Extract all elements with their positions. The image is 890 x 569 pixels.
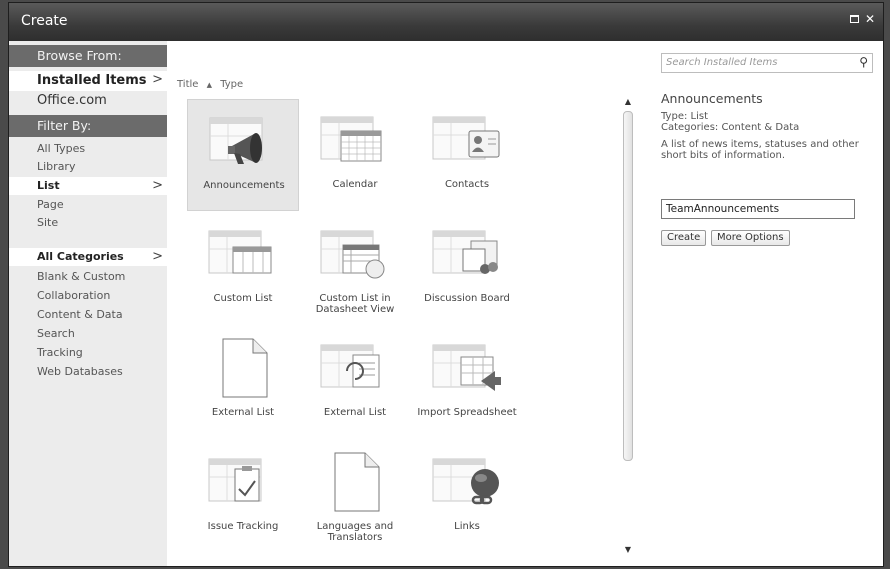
- chevron-right-icon: >: [152, 178, 163, 193]
- nav-office-com[interactable]: Office.com: [9, 91, 167, 111]
- datasheet-icon: [320, 230, 385, 279]
- calendar-icon: [320, 116, 382, 162]
- close-icon[interactable]: ✕: [863, 12, 877, 26]
- import-spreadsheet-icon: [432, 344, 501, 391]
- template-tile[interactable]: Contacts: [411, 99, 523, 211]
- filter-page[interactable]: Page: [9, 196, 167, 214]
- filter-list-label: List: [37, 179, 60, 192]
- template-tile-label: Languages and Translators: [316, 521, 394, 543]
- category-search[interactable]: Search: [9, 325, 167, 343]
- blank-document-icon: [222, 338, 268, 398]
- template-tile[interactable]: Calendar: [299, 99, 411, 211]
- browse-from-heading: Browse From:: [9, 45, 167, 67]
- chevron-right-icon: >: [152, 249, 163, 264]
- scroll-thumb[interactable]: [623, 111, 633, 461]
- left-navigation: Browse From: Installed Items > Office.co…: [9, 41, 167, 566]
- template-tile-label: Import Spreadsheet: [417, 407, 517, 418]
- template-tile[interactable]: External List: [299, 327, 411, 439]
- filter-list[interactable]: List >: [9, 177, 167, 195]
- template-tile[interactable]: Custom List: [187, 213, 299, 325]
- template-tile-label: Links: [454, 521, 480, 532]
- nav-office-com-label: Office.com: [37, 93, 107, 108]
- detail-categories: Categories: Content & Data: [661, 122, 800, 133]
- template-tile-label: Contacts: [444, 179, 490, 190]
- filter-site[interactable]: Site: [9, 214, 167, 232]
- blank-document-icon: [334, 452, 380, 512]
- category-all[interactable]: All Categories >: [9, 248, 167, 266]
- chevron-right-icon: >: [152, 72, 163, 87]
- gallery-scrollbar[interactable]: ▲ ▼: [621, 95, 635, 557]
- links-globe-icon: [432, 458, 499, 505]
- category-blank-custom[interactable]: Blank & Custom: [9, 268, 167, 286]
- search-input[interactable]: Search Installed Items ⚲: [661, 53, 873, 73]
- create-dialog: Create ✕ Browse From: Installed Items > …: [8, 2, 884, 567]
- category-collaboration[interactable]: Collaboration: [9, 287, 167, 305]
- template-tile-label: Custom List: [213, 293, 273, 304]
- template-tile-label: External List: [211, 407, 275, 418]
- nav-installed-items[interactable]: Installed Items >: [9, 71, 167, 91]
- template-tile[interactable]: Issue Tracking: [187, 441, 299, 553]
- create-button[interactable]: Create: [661, 230, 707, 246]
- dialog-title: Create: [21, 13, 68, 29]
- details-pane: Search Installed Items ⚲ Announcements T…: [649, 41, 883, 566]
- template-tile[interactable]: Discussion Board: [411, 213, 523, 325]
- category-web-databases[interactable]: Web Databases: [9, 363, 167, 381]
- search-icon[interactable]: ⚲: [859, 55, 868, 69]
- template-tile[interactable]: Custom List in Datasheet View: [299, 213, 411, 325]
- template-tile-label: External List: [323, 407, 387, 418]
- scroll-up-arrow-icon[interactable]: ▲: [623, 97, 633, 107]
- filter-all-types[interactable]: All Types: [9, 140, 167, 158]
- category-all-label: All Categories: [37, 250, 124, 263]
- search-placeholder: Search Installed Items: [666, 57, 778, 68]
- template-tile-label: Announcements: [203, 180, 285, 191]
- detail-type: Type: List: [661, 111, 708, 122]
- issue-tracking-icon: [208, 458, 262, 502]
- filter-library[interactable]: Library: [9, 158, 167, 176]
- template-tile[interactable]: External List: [187, 327, 299, 439]
- template-tile-label: Issue Tracking: [207, 521, 279, 532]
- scroll-down-arrow-icon[interactable]: ▼: [623, 545, 633, 555]
- detail-title: Announcements: [661, 91, 763, 106]
- contact-card-icon: [432, 116, 500, 160]
- template-gallery: Announcements Calendar Contacts Custom List…: [177, 95, 623, 565]
- detail-description: A list of news items, statuses and other…: [661, 139, 859, 161]
- template-tile-label: Discussion Board: [424, 293, 510, 304]
- template-tile[interactable]: Links: [411, 441, 523, 553]
- template-tile-label: Custom List in Datasheet View: [315, 293, 395, 315]
- maximize-icon[interactable]: [847, 12, 861, 26]
- sort-arrow-icon: ▲: [206, 81, 213, 89]
- title-bar: Create ✕: [9, 3, 883, 41]
- external-list-icon: [320, 344, 380, 388]
- discussion-board-icon: [432, 230, 498, 274]
- sort-by-type[interactable]: Type: [220, 79, 243, 90]
- sort-header: Title ▲ Type: [177, 79, 248, 90]
- template-tile[interactable]: Import Spreadsheet: [411, 327, 523, 439]
- nav-installed-items-label: Installed Items: [37, 73, 147, 88]
- template-tile[interactable]: Languages and Translators: [299, 441, 411, 553]
- megaphone-icon: [209, 117, 263, 164]
- filter-by-heading: Filter By:: [9, 115, 167, 137]
- more-options-button[interactable]: More Options: [711, 230, 790, 246]
- template-tile-label: Calendar: [332, 179, 378, 190]
- category-content-data[interactable]: Content & Data: [9, 306, 167, 324]
- category-tracking[interactable]: Tracking: [9, 344, 167, 362]
- sort-by-title[interactable]: Title: [177, 79, 198, 90]
- custom-list-icon: [208, 230, 272, 274]
- name-field[interactable]: TeamAnnouncements: [661, 199, 855, 219]
- template-tile[interactable]: Announcements: [187, 99, 299, 211]
